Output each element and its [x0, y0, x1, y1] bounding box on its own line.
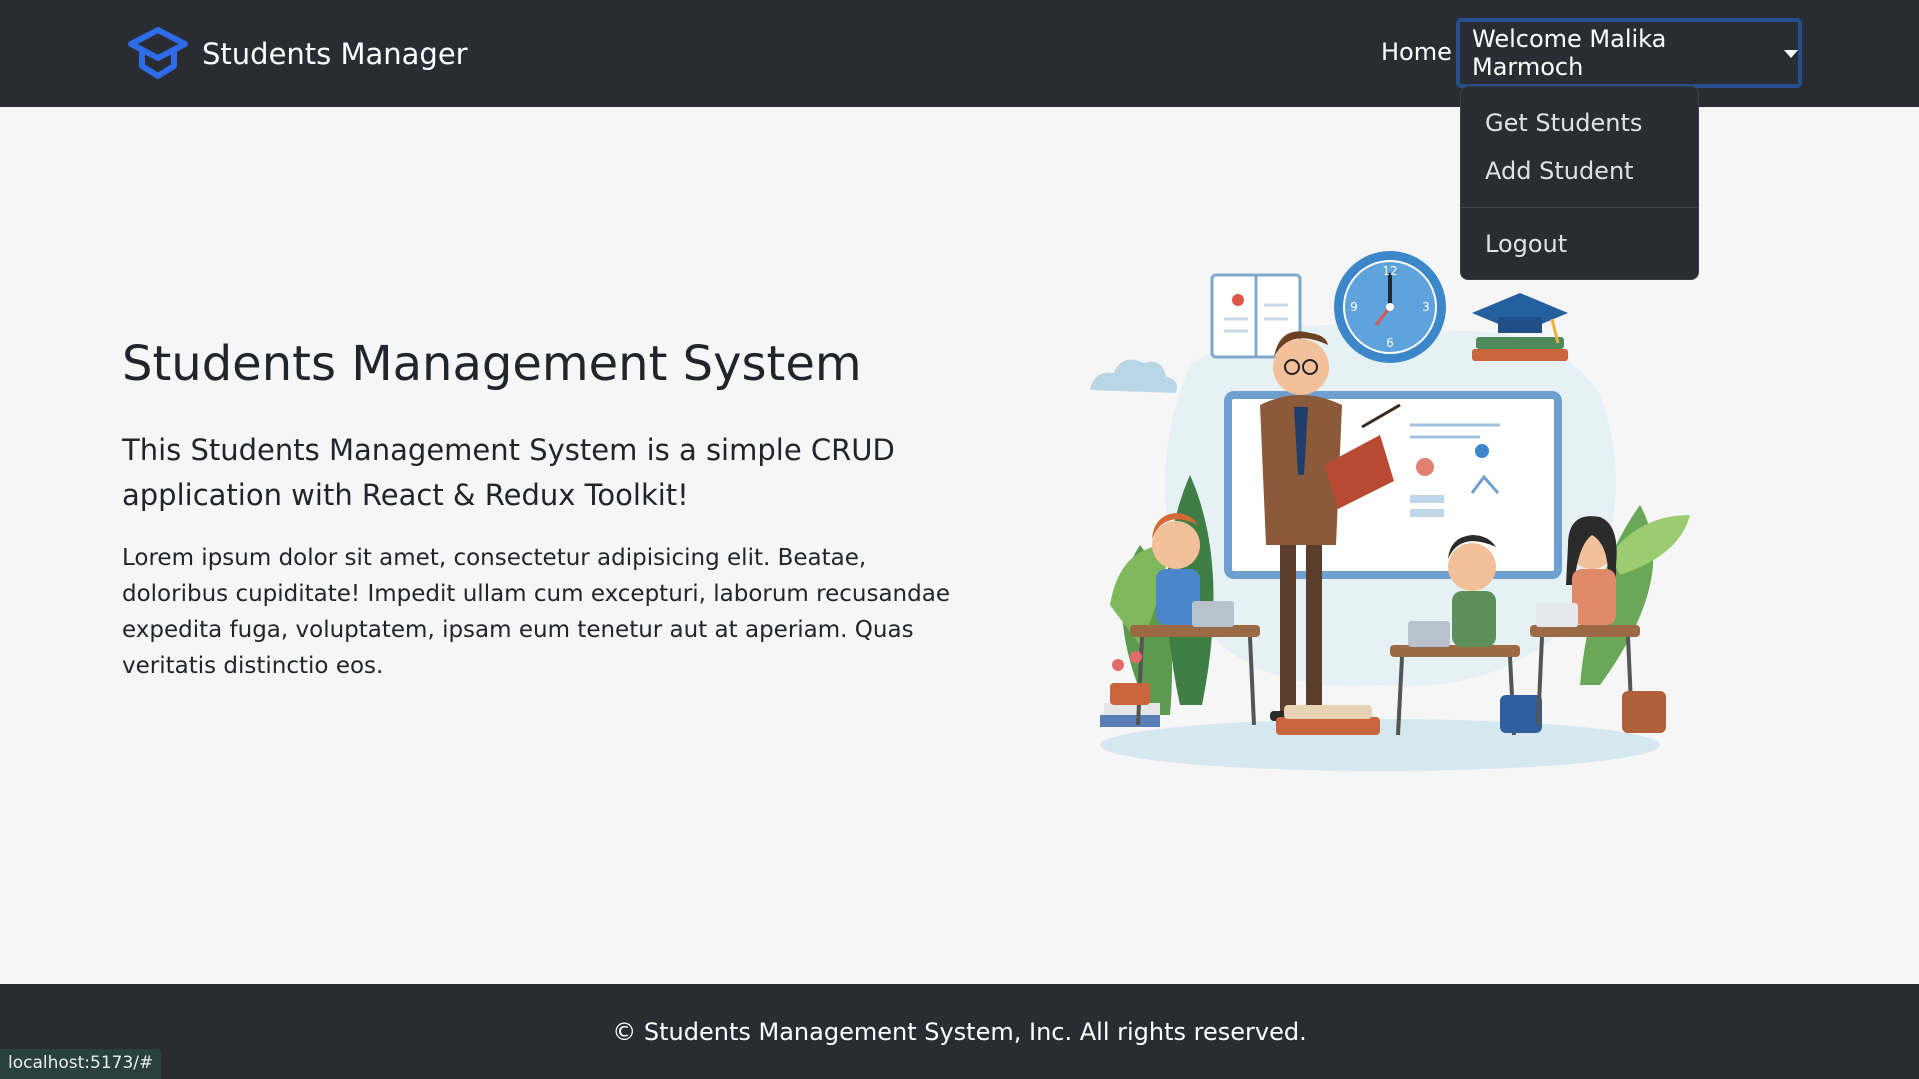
footer-copyright: © Students Management System, Inc. All r… — [612, 1018, 1307, 1046]
brand-title: Students Manager — [202, 37, 468, 71]
clock-number-9: 9 — [1350, 300, 1358, 314]
brand-link[interactable]: Students Manager — [128, 27, 468, 79]
graduation-cap-icon — [128, 27, 188, 79]
hero-lead-text: This Students Management System is a sim… — [122, 433, 895, 512]
classroom-illustration: 12 3 6 9 — [1090, 251, 1690, 771]
page-footer: © Students Management System, Inc. All r… — [0, 984, 1919, 1079]
clock-number-12: 12 — [1382, 264, 1397, 278]
menu-item-add-student[interactable]: Add Student — [1485, 157, 1634, 185]
user-menu-toggle[interactable]: Welcome Malika Marmoch — [1456, 18, 1802, 88]
wall-clock-icon: 12 3 6 9 — [1334, 251, 1446, 363]
page-title: Students Management System — [122, 336, 862, 392]
menu-item-get-students[interactable]: Get Students — [1485, 109, 1642, 137]
clock-number-3: 3 — [1422, 300, 1430, 314]
hero-body-text: Lorem ipsum dolor sit amet, consectetur … — [122, 545, 950, 679]
dropdown-divider — [1461, 207, 1698, 208]
user-menu-label: Welcome Malika Marmoch — [1472, 25, 1667, 81]
grad-cap-books-icon — [1472, 293, 1568, 361]
nav-home-link[interactable]: Home — [1381, 38, 1452, 66]
caret-down-icon — [1784, 50, 1798, 58]
status-bar-url: localhost:5173/# — [0, 1049, 162, 1079]
clock-number-6: 6 — [1386, 336, 1394, 350]
